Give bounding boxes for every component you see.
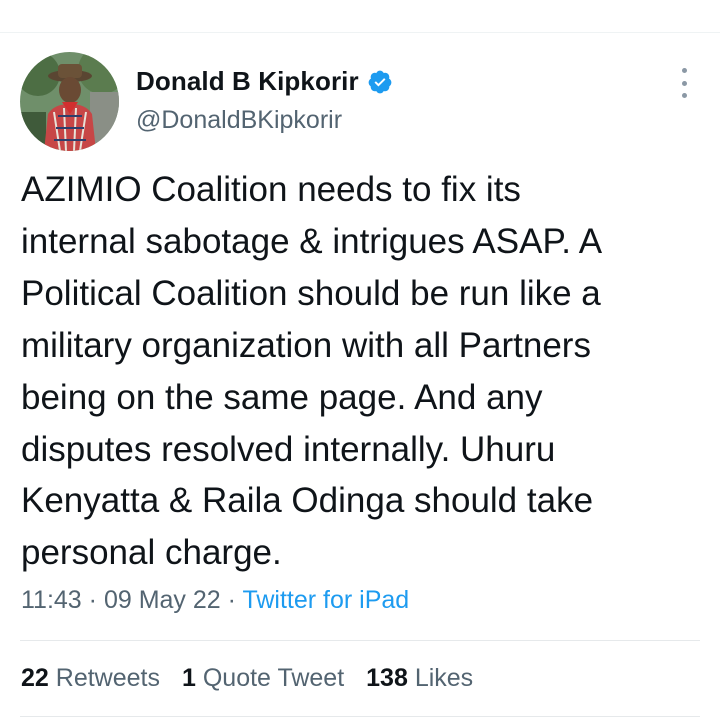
verified-badge-icon bbox=[367, 69, 393, 95]
tweet-text: AZIMIO Coalition needs to fix its intern… bbox=[21, 170, 603, 573]
tweet-date[interactable]: 09 May 22 bbox=[104, 586, 221, 614]
retweets-stat[interactable]: 22 Retweets bbox=[21, 664, 160, 693]
retweets-label: Retweets bbox=[55, 664, 160, 692]
likes-count: 138 bbox=[366, 664, 408, 692]
stats-divider-bottom bbox=[20, 716, 700, 717]
tweet-stats: 22 Retweets 1 Quote Tweet 138 Likes bbox=[21, 664, 473, 693]
meta-separator: · bbox=[220, 586, 243, 614]
quote-tweets-count: 1 bbox=[181, 664, 196, 692]
likes-label: Likes bbox=[414, 664, 474, 692]
author-name-row[interactable]: Donald B Kipkorir bbox=[136, 66, 393, 97]
more-options-icon[interactable] bbox=[672, 68, 696, 98]
avatar[interactable] bbox=[20, 52, 119, 151]
tweet-source-link[interactable]: Twitter for iPad bbox=[242, 586, 409, 614]
author-display-name[interactable]: Donald B Kipkorir bbox=[136, 66, 359, 97]
quote-tweets-stat[interactable]: 1 Quote Tweet bbox=[182, 664, 344, 693]
meta-separator: · bbox=[81, 586, 104, 614]
tweet-meta: 11:43 · 09 May 22 · Twitter for iPad bbox=[21, 586, 409, 615]
more-dot bbox=[681, 68, 687, 73]
quote-tweets-label: Quote Tweet bbox=[202, 664, 345, 692]
likes-stat[interactable]: 138 Likes bbox=[366, 664, 473, 693]
avatar-photo bbox=[20, 52, 119, 151]
retweets-count: 22 bbox=[21, 664, 49, 692]
more-dot bbox=[681, 80, 687, 86]
top-divider bbox=[0, 32, 720, 33]
author-handle[interactable]: @DonaldBKipkorir bbox=[136, 106, 342, 135]
stats-divider-top bbox=[20, 640, 700, 641]
tweet-time[interactable]: 11:43 bbox=[21, 586, 82, 614]
more-dot bbox=[681, 93, 687, 98]
